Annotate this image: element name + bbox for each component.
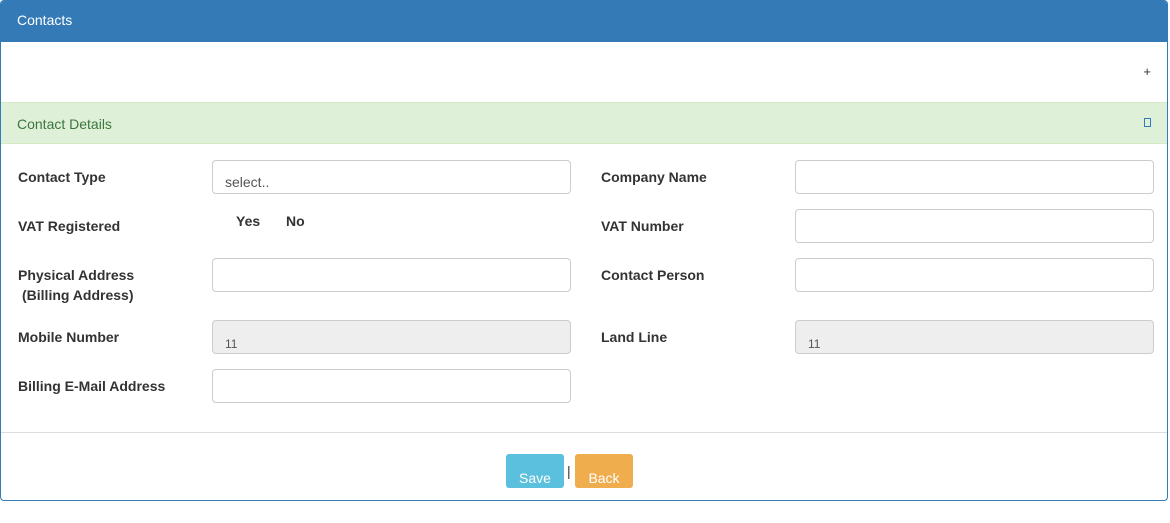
plus-icon[interactable]: + <box>1143 65 1151 79</box>
vat-no-option[interactable]: No <box>286 213 305 229</box>
vat-number-input[interactable] <box>795 209 1154 243</box>
contact-person-input[interactable] <box>795 258 1154 292</box>
collapse-icon[interactable] <box>1144 118 1151 127</box>
contacts-panel-header: Contacts <box>1 1 1167 42</box>
contact-person-label: Contact Person <box>601 267 705 283</box>
button-separator: | <box>567 463 571 479</box>
land-line-input[interactable]: 11 <box>795 320 1154 354</box>
contact-type-label: Contact Type <box>18 169 106 185</box>
vat-yes-option[interactable]: Yes <box>236 213 260 229</box>
land-line-label: Land Line <box>601 329 668 345</box>
contacts-panel-title: Contacts <box>17 12 73 28</box>
vat-number-label: VAT Number <box>601 218 684 234</box>
contact-details-title: Contact Details <box>17 116 112 132</box>
company-name-label: Company Name <box>601 169 707 185</box>
company-name-input[interactable] <box>795 160 1154 194</box>
contact-details-header: Contact Details <box>1 103 1167 144</box>
save-button[interactable]: Save <box>506 454 564 488</box>
physical-address-input[interactable] <box>212 258 571 292</box>
billing-email-label: Billing E-Mail Address <box>18 378 166 394</box>
contacts-panel: Contacts + Contact Details Contact Type … <box>0 0 1168 501</box>
billing-email-input[interactable] <box>212 369 571 403</box>
billing-address-label: (Billing Address) <box>22 287 134 303</box>
mobile-number-input[interactable]: 11 <box>212 320 571 354</box>
back-button[interactable]: Back <box>575 454 633 488</box>
contact-type-select[interactable]: select.. <box>212 160 571 194</box>
vat-registered-label: VAT Registered <box>18 218 121 234</box>
mobile-number-label: Mobile Number <box>18 329 120 345</box>
physical-address-label: Physical Address <box>18 267 135 283</box>
